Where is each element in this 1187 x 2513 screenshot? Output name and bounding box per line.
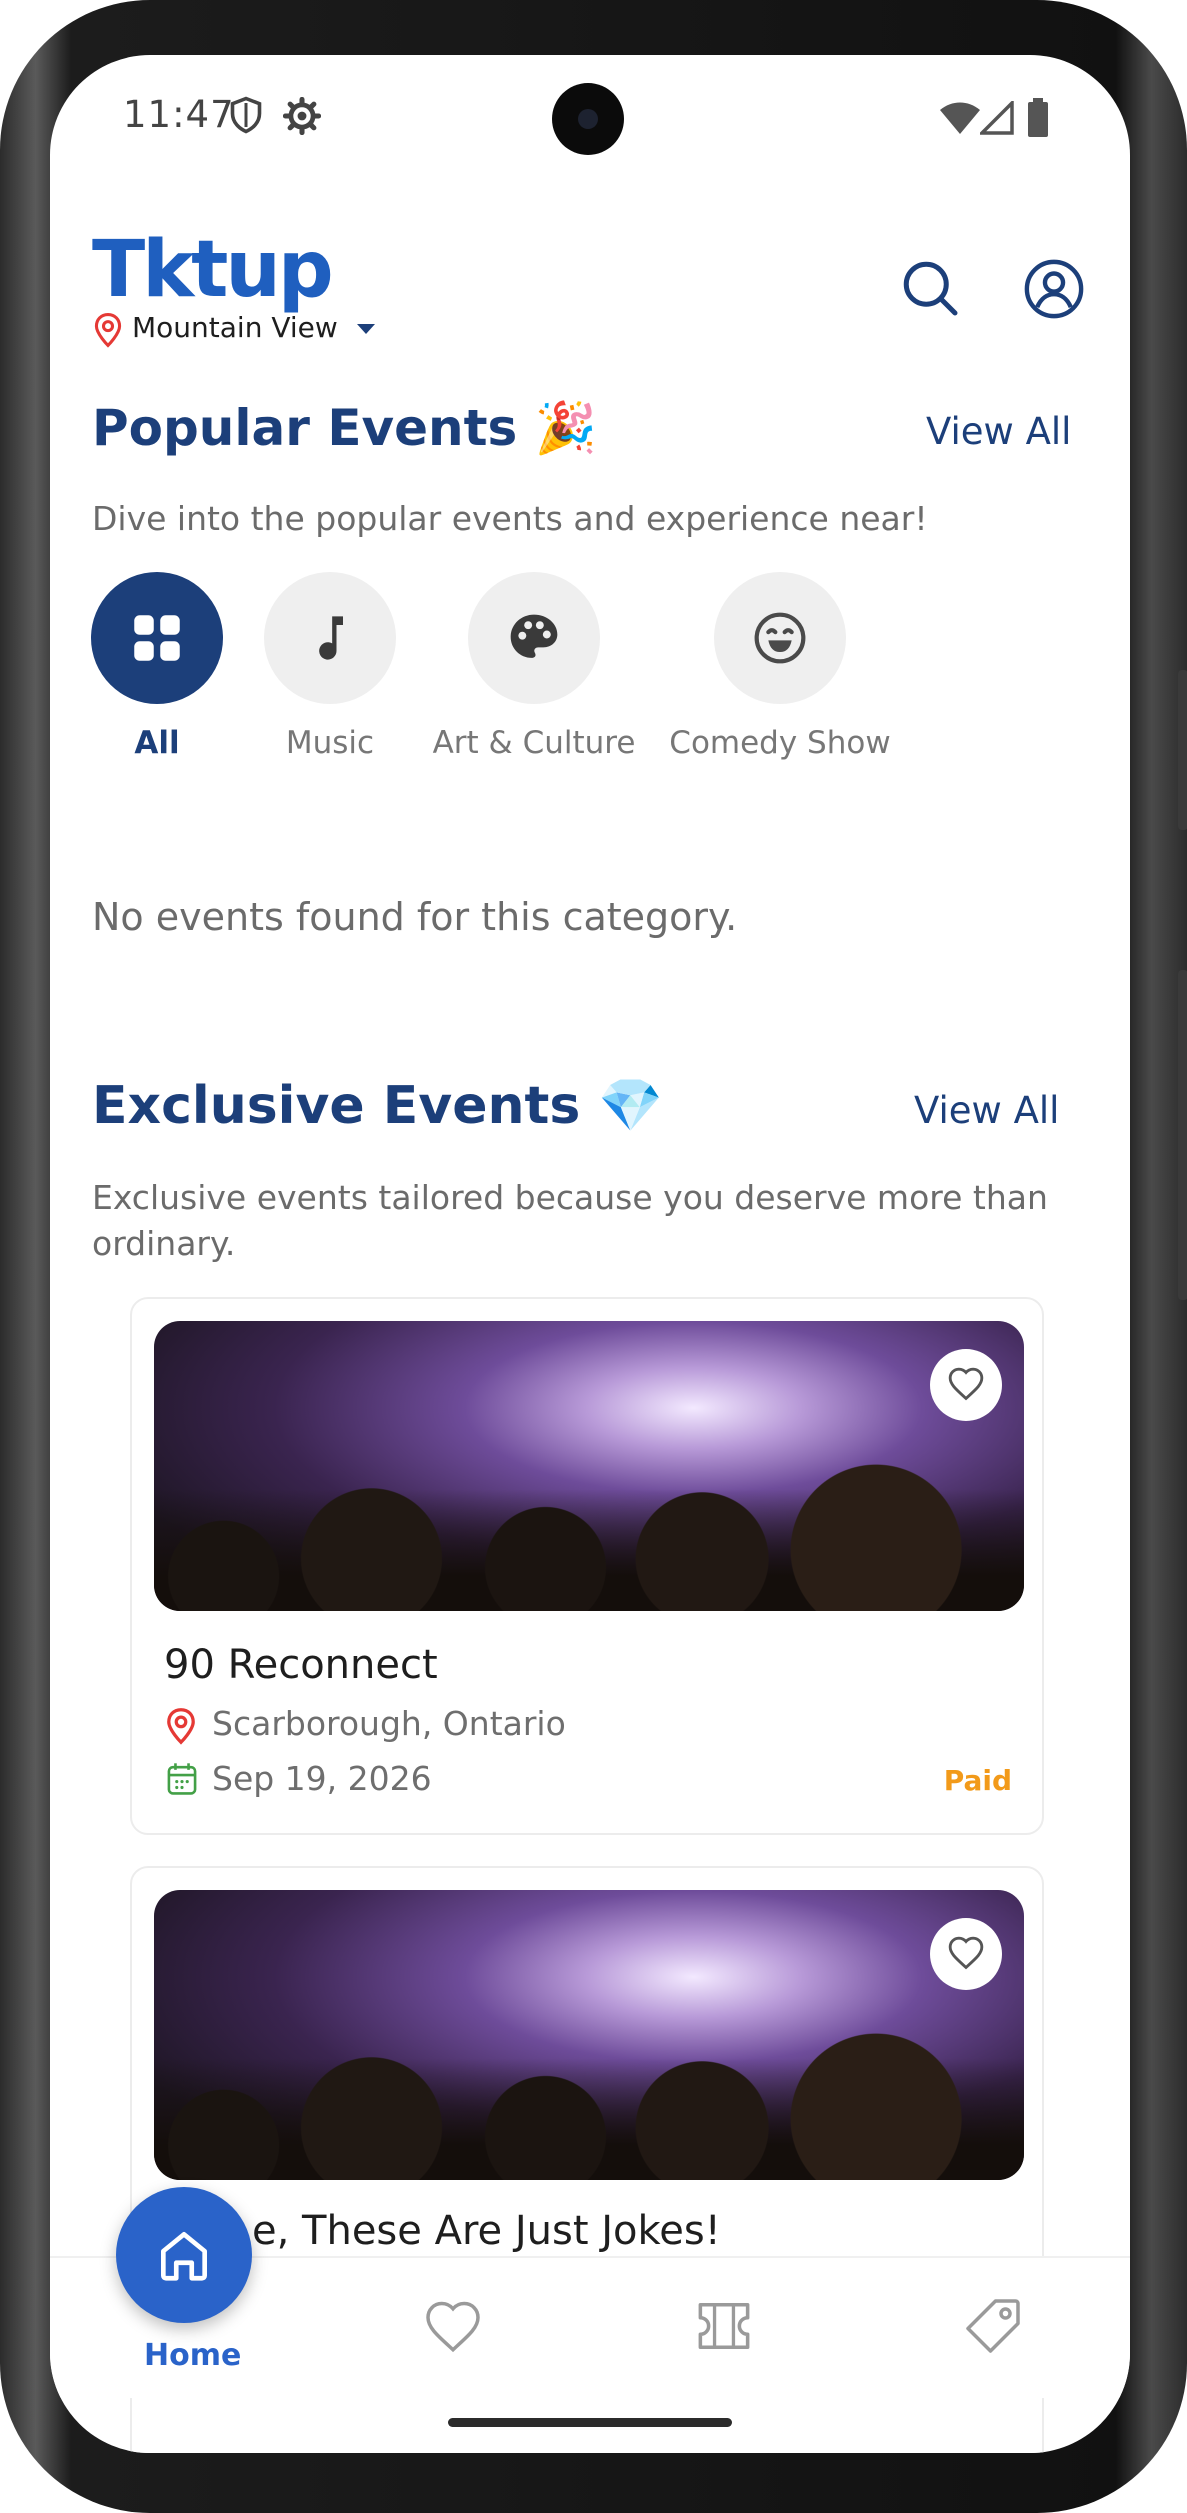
status-time: 11:47 [123, 93, 235, 136]
home-tab-button[interactable] [116, 2187, 252, 2323]
event-image [154, 1321, 1024, 1611]
exclusive-events-title: Exclusive Events 💎 [92, 1076, 664, 1136]
search-icon[interactable] [900, 258, 960, 318]
volume-button [1178, 670, 1187, 830]
favorite-button[interactable] [930, 1349, 1002, 1421]
exclusive-subtitle: Exclusive events tailored because you de… [92, 1178, 1048, 1263]
popular-events-title: Popular Events 🎉 [92, 399, 597, 457]
home-tab-label: Home [144, 2338, 242, 2373]
wifi-icon [940, 102, 980, 134]
home-icon [161, 2232, 207, 2281]
app-logo: Tktup [92, 225, 334, 315]
event-title: e, These Are Just Jokes! [252, 2208, 721, 2254]
heart-icon [948, 1367, 984, 1401]
event-location: Scarborough, Ontario [212, 1704, 566, 1743]
location-pin-icon [94, 313, 122, 348]
offers-tab-tag-icon[interactable] [963, 2296, 1023, 2356]
empty-state-message: No events found for this category. [92, 895, 738, 939]
gesture-home-bar[interactable] [448, 2418, 732, 2427]
account-icon[interactable] [1023, 258, 1085, 320]
event-title: 90 Reconnect [164, 1642, 438, 1688]
popular-view-all-link[interactable]: View All [926, 410, 1071, 453]
favorite-button[interactable] [930, 1918, 1002, 1990]
chevron-down-icon [356, 324, 375, 334]
category-art-culture-label: Art & Culture [432, 725, 636, 761]
category-all-button[interactable] [91, 572, 223, 704]
price-badge: Paid [943, 1764, 1012, 1797]
event-image [154, 1890, 1024, 2180]
location-pin-icon [167, 1708, 195, 1745]
front-camera [552, 83, 624, 155]
battery-icon [1028, 98, 1048, 137]
heart-icon [948, 1936, 984, 1970]
music-note-icon [319, 616, 343, 660]
event-card[interactable]: 90 Reconnect Scarborough, Ontario Sep 19… [130, 1297, 1044, 1835]
location-name: Mountain View [132, 311, 338, 344]
category-comedy-show[interactable] [714, 572, 846, 704]
category-music[interactable] [264, 572, 396, 704]
gear-icon [283, 97, 321, 135]
favorites-tab-heart-icon[interactable] [423, 2298, 483, 2354]
category-all[interactable] [91, 572, 223, 704]
cellular-icon [980, 101, 1014, 135]
grid-icon [134, 615, 180, 661]
app-screen: 11:47 Tktup Mountain View Popular Events… [50, 55, 1130, 2453]
calendar-icon [167, 1763, 197, 1795]
category-music-button[interactable] [264, 572, 396, 704]
tickets-tab-ticket-icon[interactable] [693, 2300, 755, 2352]
exclusive-view-all-link[interactable]: View All [914, 1089, 1059, 1132]
popular-subtitle: Dive into the popular events and experie… [92, 499, 928, 538]
category-art-culture[interactable] [468, 572, 600, 704]
smile-icon [754, 612, 806, 664]
category-comedy-show-button[interactable] [714, 572, 846, 704]
shield-icon [230, 96, 262, 134]
category-art-culture-button[interactable] [468, 572, 600, 704]
category-comedy-show-label: Comedy Show [669, 725, 891, 761]
event-date: Sep 19, 2026 [212, 1759, 432, 1798]
palette-icon [510, 614, 558, 658]
location-selector[interactable]: Mountain View [132, 311, 375, 344]
power-button [1178, 970, 1187, 1300]
